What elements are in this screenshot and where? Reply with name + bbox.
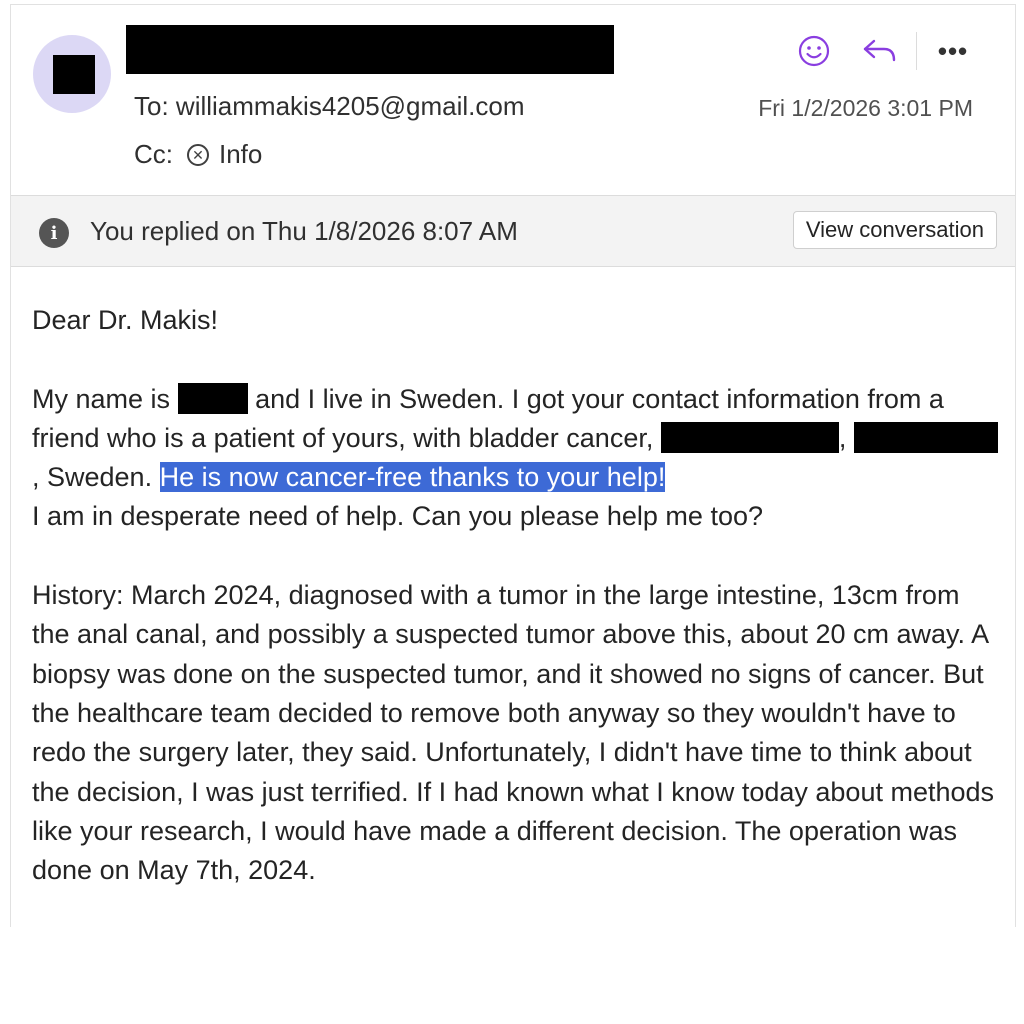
body-text: My name is	[32, 383, 171, 414]
reply-icon[interactable]	[858, 31, 902, 71]
cc-label: Cc:	[134, 139, 173, 169]
email-header: ••• To: williammakis4205@gmail.com Cc: ✕…	[11, 5, 1015, 195]
to-address[interactable]: williammakis4205@gmail.com	[176, 91, 525, 121]
view-conversation-button[interactable]: View conversation	[792, 211, 997, 249]
sent-date: Fri 1/2/2026 3:01 PM	[758, 95, 973, 121]
reply-info-bar: i You replied on Thu 1/8/2026 8:07 AM Vi…	[11, 195, 1015, 267]
body-text: , Sweden.	[32, 462, 153, 493]
highlighted-text[interactable]: He is now cancer-free thanks to your hel…	[159, 462, 666, 493]
redacted-location	[853, 421, 998, 453]
action-divider	[916, 32, 917, 70]
redacted-friend-name	[660, 421, 839, 453]
body-paragraph: My name is and I live in Sweden. I got y…	[32, 380, 1002, 537]
info-icon: i	[39, 218, 69, 248]
to-line: To: williammakis4205@gmail.com	[134, 91, 525, 122]
body-text: I am in desperate need of help. Can you …	[32, 501, 763, 532]
email-body: Dear Dr. Makis! My name is and I live in…	[32, 301, 1002, 890]
greeting: Dear Dr. Makis!	[32, 305, 219, 335]
body-text: ,	[838, 422, 847, 453]
reply-info-text: You replied on Thu 1/8/2026 8:07 AM	[90, 216, 518, 246]
redacted-avatar-initials	[53, 55, 95, 94]
to-label: To:	[134, 91, 169, 121]
sender-avatar[interactable]	[33, 35, 111, 113]
email-reading-pane: ••• To: williammakis4205@gmail.com Cc: ✕…	[10, 4, 1016, 927]
cc-recipient[interactable]: Info	[219, 139, 262, 170]
remove-recipient-icon[interactable]: ✕	[187, 143, 209, 166]
redacted-sender-name	[126, 25, 614, 74]
redacted-name	[177, 382, 248, 414]
more-icon[interactable]: •••	[931, 31, 975, 71]
history-paragraph: History: March 2024, diagnosed with a tu…	[32, 580, 995, 886]
smiley-icon[interactable]	[792, 31, 836, 71]
message-actions: •••	[792, 31, 975, 71]
cc-line: Cc: ✕ Info	[134, 139, 262, 170]
